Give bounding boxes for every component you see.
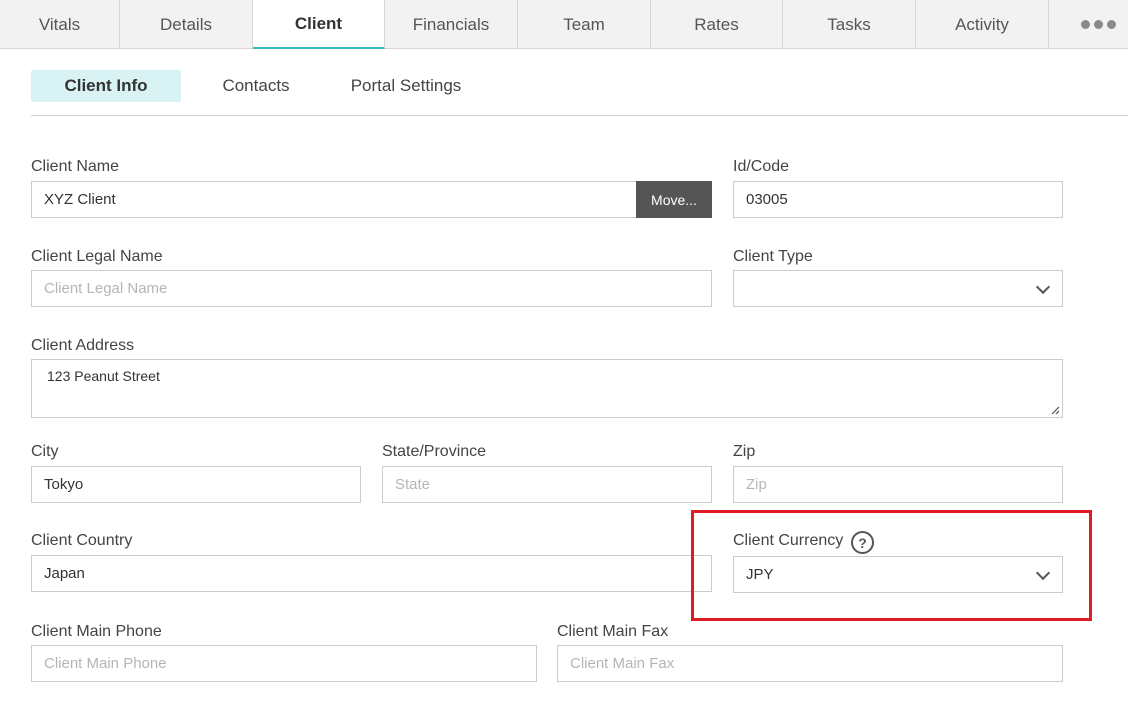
tab-rates[interactable]: Rates [651, 0, 783, 49]
client-country-label: Client Country [31, 532, 133, 549]
more-tabs-button[interactable] [1049, 0, 1128, 49]
city-label: City [31, 443, 59, 460]
tab-tasks[interactable]: Tasks [783, 0, 916, 49]
tab-client[interactable]: Client [253, 0, 385, 49]
chevron-down-icon [1035, 279, 1051, 294]
client-main-fax-input[interactable]: Client Main Fax [557, 645, 1063, 682]
zip-input[interactable]: Zip [733, 466, 1063, 503]
resize-grip-icon[interactable] [1050, 405, 1060, 415]
tab-vitals[interactable]: Vitals [0, 0, 120, 49]
tab-financials[interactable]: Financials [385, 0, 518, 49]
currency-highlight-box [691, 510, 1092, 621]
subtab-divider [31, 115, 1128, 116]
state-province-input[interactable]: State [382, 466, 712, 503]
tab-details[interactable]: Details [120, 0, 253, 49]
client-main-phone-input[interactable]: Client Main Phone [31, 645, 537, 682]
city-input[interactable]: Tokyo [31, 466, 361, 503]
tab-activity[interactable]: Activity [916, 0, 1049, 49]
client-address-label: Client Address [31, 337, 135, 354]
subtab-contacts[interactable]: Contacts [206, 70, 306, 102]
client-name-input[interactable]: XYZ Client [31, 181, 637, 218]
id-code-input[interactable]: 03005 [733, 181, 1063, 218]
zip-label: Zip [733, 443, 756, 460]
client-address-textarea[interactable]: 123 Peanut Street [31, 359, 1063, 418]
client-type-label: Client Type [733, 248, 813, 265]
client-address-value: 123 Peanut Street [47, 368, 160, 384]
more-dots-icon [1081, 20, 1116, 29]
id-code-label: Id/Code [733, 158, 790, 175]
tab-team[interactable]: Team [518, 0, 651, 49]
subtab-client-info[interactable]: Client Info [31, 70, 181, 102]
client-name-label: Client Name [31, 158, 120, 175]
client-legal-name-label: Client Legal Name [31, 248, 163, 265]
client-country-input[interactable]: Japan [31, 555, 712, 592]
client-type-select[interactable] [733, 270, 1063, 307]
subtab-portal-settings[interactable]: Portal Settings [340, 70, 472, 102]
client-legal-name-input[interactable]: Client Legal Name [31, 270, 712, 307]
client-main-phone-label: Client Main Phone [31, 623, 162, 640]
client-main-fax-label: Client Main Fax [557, 623, 669, 640]
move-button[interactable]: Move... [636, 181, 712, 218]
main-tab-bar: Vitals Details Client Financials Team Ra… [0, 0, 1128, 49]
state-province-label: State/Province [382, 443, 487, 460]
